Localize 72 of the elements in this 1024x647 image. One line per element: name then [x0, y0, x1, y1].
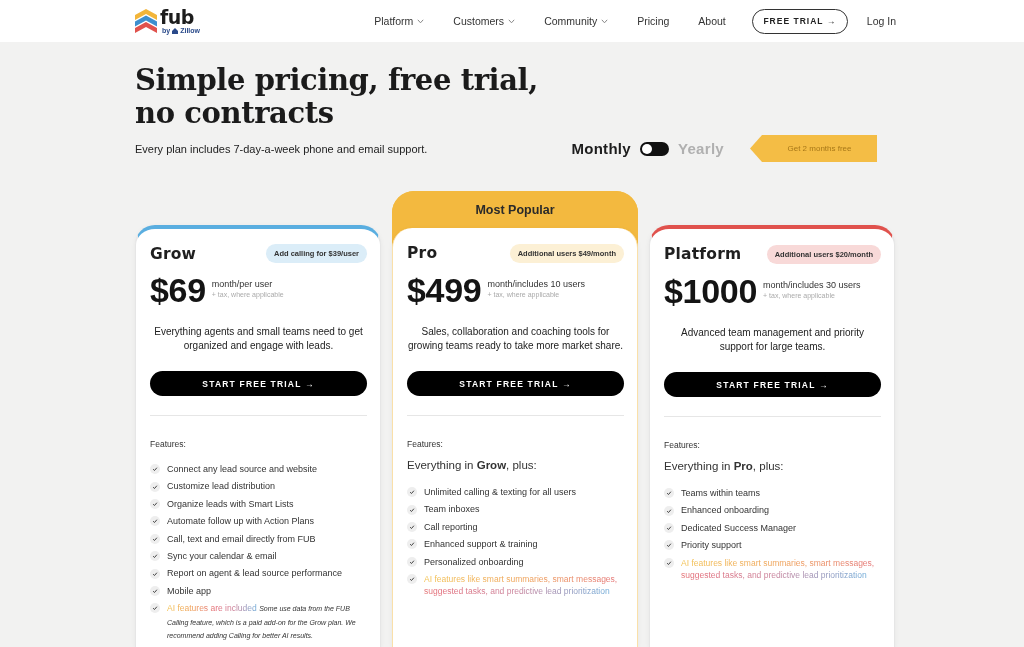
login-link[interactable]: Log In [866, 15, 896, 27]
page-subtitle: Every plan includes 7-day-a-week phone and email support. [135, 142, 428, 155]
check-icon [150, 603, 160, 614]
feature-text: Automate follow up with Action Plans [167, 515, 315, 528]
feature-text: Team inboxes [424, 503, 480, 516]
feature-text: Report on agent & lead source performance [167, 567, 343, 580]
check-icon [664, 540, 674, 551]
plan-name: Pro [407, 244, 438, 262]
feature-text: Teams within teams [681, 487, 761, 500]
nav-link[interactable]: Platform [374, 15, 425, 27]
check-icon [664, 505, 674, 516]
plan-description: Sales, collaboration and coaching tools for growing teams ready to take more market share. [407, 325, 624, 352]
plan-description: Advanced team management and priority support for large teams. [680, 326, 865, 353]
feature-text: Connect any lead source and website [167, 463, 318, 476]
price-period: month/includes 30 users [763, 279, 861, 290]
check-icon [664, 488, 674, 499]
nav-link[interactable]: Pricing [637, 15, 670, 27]
check-icon [150, 586, 160, 597]
features-label: Features: [150, 439, 187, 449]
check-icon [664, 523, 674, 533]
promo-tag: Get 2 months free [750, 135, 877, 162]
check-icon [150, 568, 160, 579]
check-icon [407, 522, 417, 532]
start-trial-button[interactable]: START FREE TRIAL → [407, 371, 624, 396]
check-icon [150, 533, 160, 544]
feature-text: Enhanced support & training [424, 538, 538, 551]
billing-switch[interactable] [640, 141, 669, 156]
features-label: Features: [407, 439, 444, 449]
feature-text: Dedicated Success Manager [681, 521, 797, 535]
price-period: month/includes 10 users [487, 278, 585, 289]
free-trial-button[interactable]: FREE TRIAL → [751, 8, 848, 34]
plan-name: Grow [150, 244, 197, 263]
feature-text: Organize leads with Smart Lists [167, 497, 294, 511]
feature-text: Priority support [681, 539, 742, 552]
feature-text: Unlimited calling & texting for all users [424, 486, 577, 499]
feature-text: Customize lead distribution [167, 480, 276, 493]
check-icon [150, 516, 160, 527]
nav-link[interactable]: About [698, 15, 726, 27]
check-icon [150, 499, 160, 509]
nav-link[interactable]: Community [544, 15, 609, 27]
price-period: month/per user [211, 278, 274, 289]
check-icon [407, 539, 417, 550]
nav-link[interactable]: Customers [453, 15, 516, 27]
features-intro: Everything in Grow, plus: [407, 458, 538, 472]
plan-price: $1000 [664, 274, 758, 308]
check-icon [407, 504, 417, 515]
feature-text: Mobile app [167, 584, 212, 598]
start-trial-button[interactable]: START FREE TRIAL → [664, 372, 881, 397]
house-icon [172, 27, 179, 34]
check-icon [150, 551, 160, 562]
plan-price: $69 [150, 273, 206, 307]
plan-price: $499 [407, 273, 482, 307]
check-icon [407, 574, 417, 585]
features-label: Features: [664, 440, 701, 450]
plan-description: Everything agents and small teams need to get organized and engage with leads. [153, 325, 364, 352]
check-icon [407, 556, 417, 567]
check-icon [664, 557, 674, 568]
feature-text: Personalized onboarding [424, 555, 524, 569]
check-icon [407, 487, 417, 498]
check-icon [150, 464, 160, 475]
billing-option[interactable]: Monthly [571, 140, 631, 157]
logo-icon [135, 9, 157, 33]
feature-text: Call reporting [424, 520, 478, 534]
feature-text: Call, text and email directly from FUB [167, 532, 316, 546]
features-intro: Everything in Pro, plus: [664, 459, 785, 473]
check-icon [150, 481, 160, 492]
feature-text: Sync your calendar & email [167, 550, 277, 563]
start-trial-button[interactable]: START FREE TRIAL → [150, 371, 367, 396]
page-title: Simple pricing, free trial, no contracts [135, 64, 539, 130]
brand-name: fub [160, 7, 195, 26]
plan-name: Platform [664, 245, 742, 263]
feature-text: Enhanced onboarding [681, 504, 770, 517]
